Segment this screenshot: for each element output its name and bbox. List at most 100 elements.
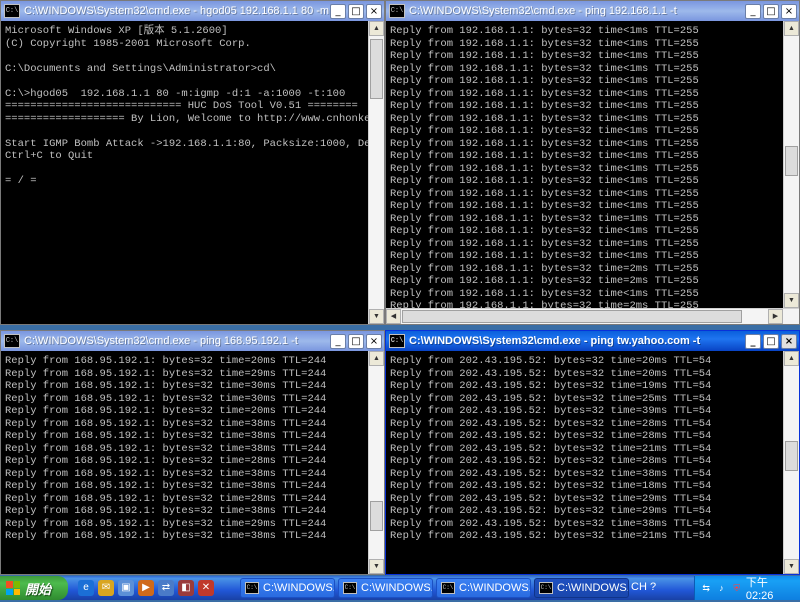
console-icon: C:\ [4,334,20,348]
minimize-button[interactable]: _ [745,333,761,349]
scroll-up-arrow-icon[interactable]: ▲ [784,351,799,366]
close-button[interactable]: × [366,3,382,19]
ie-icon[interactable]: e [78,580,94,596]
scroll-left-arrow-icon[interactable]: ◀ [386,309,401,324]
maximize-button[interactable]: □ [348,3,364,19]
vertical-scrollbar[interactable]: ▲ ▼ [368,21,384,324]
start-label: 開始 [25,581,52,597]
terminal-icon[interactable]: ✕ [198,580,214,596]
console-output[interactable]: Reply from 202.43.195.52: bytes=32 time=… [386,351,783,574]
scroll-up-arrow-icon[interactable]: ▲ [369,351,384,366]
window-titlebar[interactable]: C:\ C:\WINDOWS\System32\cmd.exe - ping t… [386,331,799,351]
taskbar-item-cmd-4[interactable]: C:\ C:\WINDOWS... [534,578,629,598]
close-button[interactable]: × [781,3,797,19]
show-desktop-icon[interactable]: ▣ [118,580,134,596]
scroll-thumb[interactable] [785,146,798,176]
volume-icon[interactable]: ♪ [715,581,727,595]
scroll-right-arrow-icon[interactable]: ▶ [768,309,783,324]
media-player-icon[interactable]: ▶ [138,580,154,596]
taskbar-item-cmd-3[interactable]: C:\ C:\WINDOWS... [436,578,531,598]
scroll-thumb[interactable] [785,441,798,471]
console-line: Reply from 192.168.1.1: bytes=32 time<1m… [390,150,699,162]
taskbar-item-cmd-2[interactable]: C:\ C:\WINDOWS... [338,578,433,598]
console-line: Reply from 192.168.1.1: bytes=32 time<1m… [390,187,699,200]
console-line: Reply from 202.43.195.52: bytes=32 time=… [390,517,712,530]
console-line: Reply from 192.168.1.1: bytes=32 time<1m… [390,225,699,237]
window-titlebar[interactable]: C:\ C:\WINDOWS\System32\cmd.exe - ping 1… [1,331,384,351]
console-output[interactable]: Reply from 192.168.1.1: bytes=32 time<1m… [386,21,783,308]
console-line: Reply from 192.168.1.1: bytes=32 time=2m… [390,262,699,275]
start-button[interactable]: 開始 [0,576,68,600]
scroll-up-arrow-icon[interactable]: ▲ [784,21,799,36]
help-icon[interactable]: ? [650,581,656,593]
console-line: Reply from 192.168.1.1: bytes=32 time=1m… [390,212,699,225]
console-line: Reply from 202.43.195.52: bytes=32 time=… [390,467,712,480]
cmd-window-hgod05[interactable]: C:\ C:\WINDOWS\System32\cmd.exe - hgod05… [0,0,385,325]
console-line: Reply from 192.168.1.1: bytes=32 time<1m… [390,287,699,300]
console-output[interactable]: Microsoft Windows XP [版本 5.1.2600] (C) Co… [1,21,368,324]
console-icon: C:\ [389,4,405,18]
console-line: = / = [5,175,37,187]
console-line: ============================ HUC DoS Too… [5,100,358,112]
clock[interactable]: 下午 02:26 [746,574,792,602]
console-line: Reply from 192.168.1.1: bytes=32 time<1m… [390,137,699,150]
scroll-thumb[interactable] [370,501,383,531]
console-line: Reply from 168.95.192.1: bytes=32 time=3… [5,530,327,542]
task-label: C:\WINDOWS... [459,582,531,594]
minimize-button[interactable]: _ [330,3,346,19]
cmd-window-ping-dns[interactable]: C:\ C:\WINDOWS\System32\cmd.exe - ping 1… [0,330,385,575]
console-line: Reply from 192.168.1.1: bytes=32 time<1m… [390,62,699,75]
scroll-thumb[interactable] [370,39,383,99]
console-icon: C:\ [539,582,553,594]
window-titlebar[interactable]: C:\ C:\WINDOWS\System32\cmd.exe - ping 1… [386,1,799,21]
console-output[interactable]: Reply from 168.95.192.1: bytes=32 time=2… [1,351,368,574]
console-line: Reply from 168.95.192.1: bytes=32 time=3… [5,442,327,455]
console-line: Reply from 202.43.195.52: bytes=32 time=… [390,480,712,492]
task-list: C:\ C:\WINDOWS... C:\ C:\WINDOWS... C:\ … [240,578,629,598]
maximize-button[interactable]: □ [763,3,779,19]
close-button[interactable]: × [366,333,382,349]
vertical-scrollbar[interactable]: ▲ ▼ [783,21,799,308]
console-line: Reply from 168.95.192.1: bytes=32 time=2… [5,405,327,417]
app-icon[interactable]: ◧ [178,580,194,596]
scroll-down-arrow-icon[interactable]: ▼ [369,559,384,574]
minimize-button[interactable]: _ [745,3,761,19]
network-tray-icon[interactable]: ⇆ [700,581,712,595]
vertical-scrollbar[interactable]: ▲ ▼ [783,351,799,574]
cmd-window-ping-router[interactable]: C:\ C:\WINDOWS\System32\cmd.exe - ping 1… [385,0,800,325]
close-button[interactable]: × [781,333,797,349]
scroll-down-arrow-icon[interactable]: ▼ [369,309,384,324]
window-title: C:\WINDOWS\System32\cmd.exe - ping 192.1… [409,5,677,17]
console-line: Reply from 168.95.192.1: bytes=32 time=3… [5,380,327,392]
scroll-down-arrow-icon[interactable]: ▼ [784,293,799,308]
console-line: Reply from 202.43.195.52: bytes=32 time=… [390,492,712,505]
console-line: Reply from 192.168.1.1: bytes=32 time<1m… [390,25,699,37]
console-line: Reply from 168.95.192.1: bytes=32 time=3… [5,417,327,430]
console-icon: C:\ [441,582,455,594]
maximize-button[interactable]: □ [348,333,364,349]
vertical-scrollbar[interactable]: ▲ ▼ [368,351,384,574]
scroll-down-arrow-icon[interactable]: ▼ [784,559,799,574]
maximize-button[interactable]: □ [763,333,779,349]
scroll-thumb[interactable] [402,310,742,323]
console-icon: C:\ [4,4,20,18]
quick-launch: e ✉ ▣ ▶ ⇄ ◧ ✕ [78,580,214,596]
security-alert-icon[interactable]: ⛨ [731,581,743,595]
console-line: Reply from 192.168.1.1: bytes=32 time<1m… [390,87,699,100]
console-line: Reply from 192.168.1.1: bytes=32 time<1m… [390,175,699,187]
taskbar-item-cmd-1[interactable]: C:\ C:\WINDOWS... [240,578,335,598]
outlook-icon[interactable]: ✉ [98,580,114,596]
horizontal-scrollbar[interactable]: ◀ ▶ [386,308,799,324]
window-title: C:\WINDOWS\System32\cmd.exe - ping tw.ya… [409,335,701,347]
console-line: Reply from 168.95.192.1: bytes=32 time=3… [5,430,327,442]
cmd-window-ping-yahoo[interactable]: C:\ C:\WINDOWS\System32\cmd.exe - ping t… [385,330,800,575]
network-icon[interactable]: ⇄ [158,580,174,596]
scroll-up-arrow-icon[interactable]: ▲ [369,21,384,36]
console-line: Reply from 202.43.195.52: bytes=32 time=… [390,367,712,380]
console-line: Reply from 168.95.192.1: bytes=32 time=3… [5,467,327,480]
language-indicator[interactable]: CH [631,581,647,593]
minimize-button[interactable]: _ [330,333,346,349]
window-titlebar[interactable]: C:\ C:\WINDOWS\System32\cmd.exe - hgod05… [1,1,384,21]
